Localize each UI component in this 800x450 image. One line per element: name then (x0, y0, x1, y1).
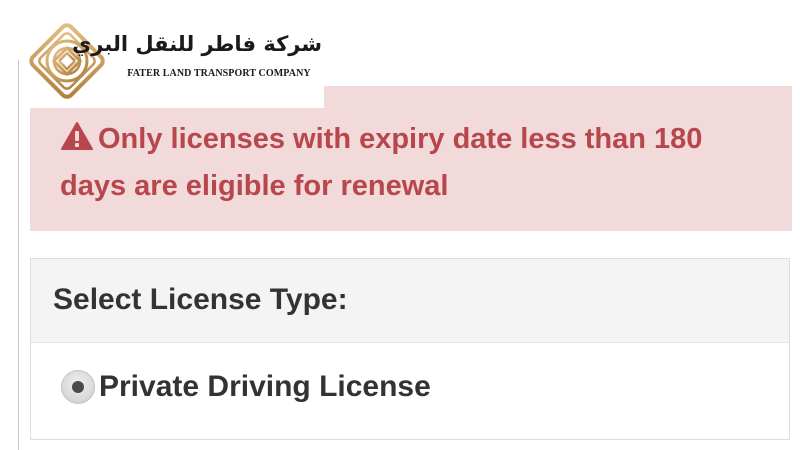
private-license-radio[interactable] (61, 370, 95, 404)
warning-triangle-icon (61, 122, 93, 150)
license-type-panel: Select License Type: Private Driving Lic… (30, 258, 790, 440)
company-name-arabic: شركة فاطر للنقل البري (72, 32, 322, 56)
license-type-heading: Select License Type: (31, 259, 789, 343)
private-license-label[interactable]: Private Driving License (99, 370, 431, 404)
alert-message: Only licenses with expiry date less than… (60, 123, 703, 202)
page-left-border (18, 60, 19, 450)
radio-selected-dot (72, 381, 84, 393)
license-type-option[interactable]: Private Driving License (31, 343, 789, 404)
company-logo: شركة فاطر للنقل البري FATER LAND TRANSPO… (22, 18, 324, 108)
company-name-english: FATER LAND TRANSPORT COMPANY (127, 68, 311, 79)
